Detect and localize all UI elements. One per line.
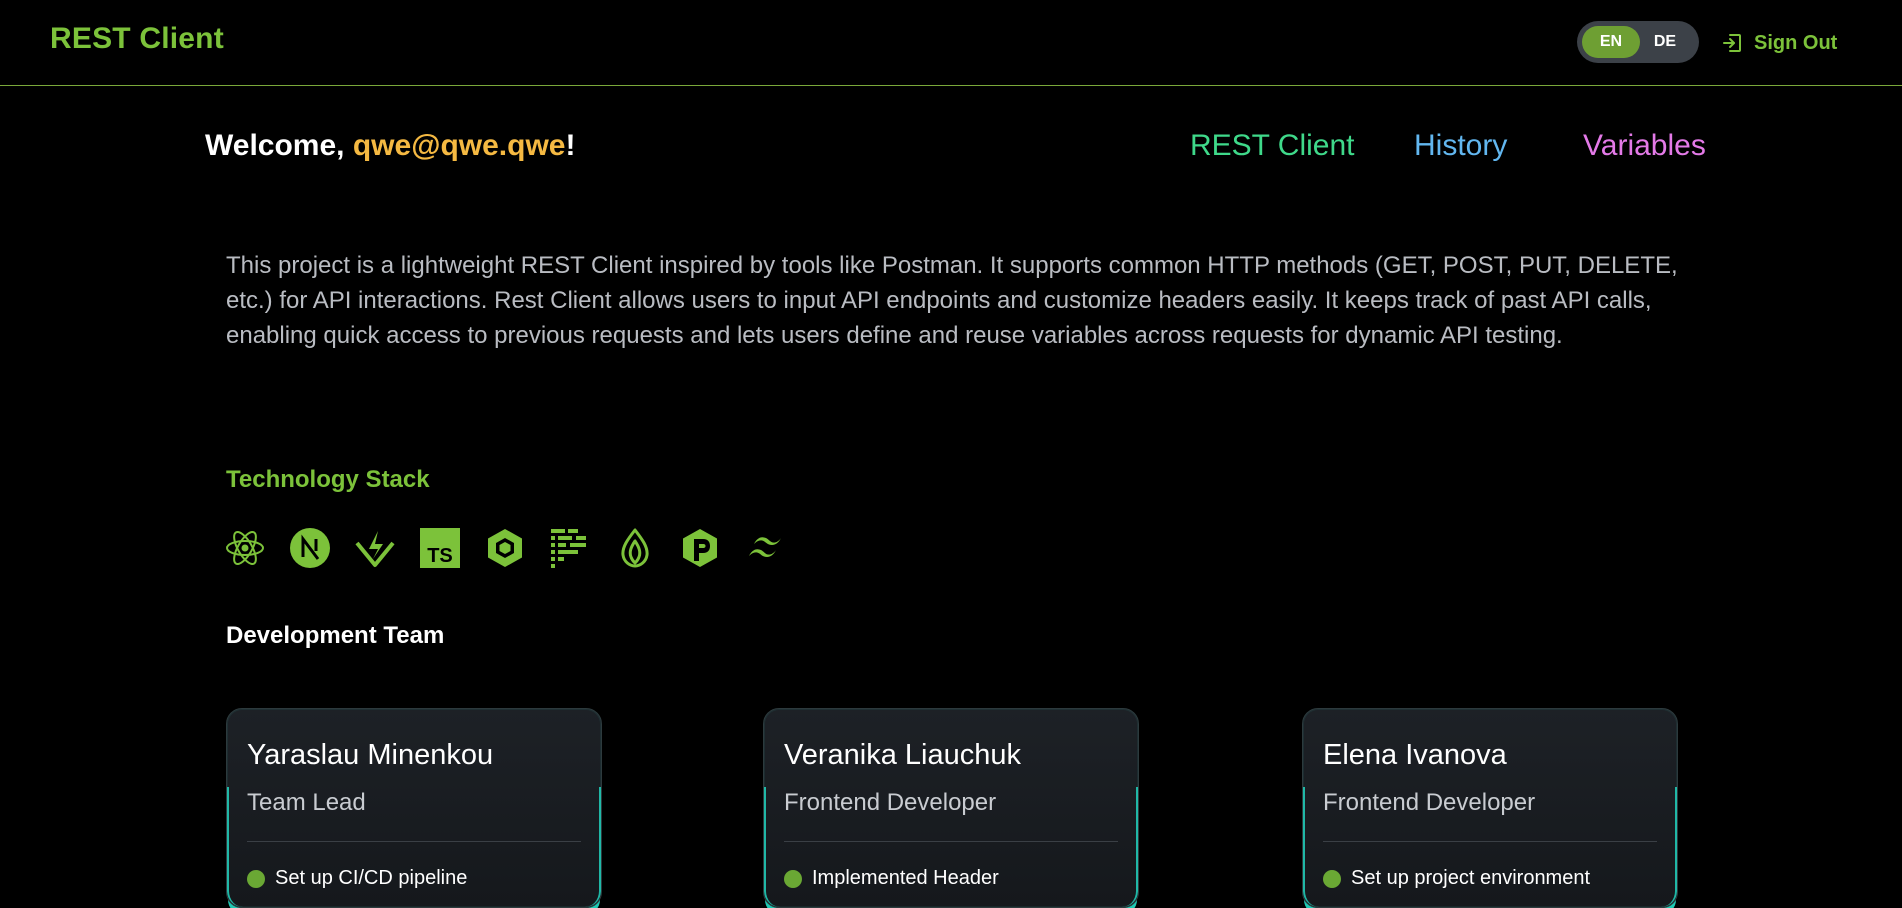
member-role: Frontend Developer [784,789,997,816]
bullet-icon [247,869,265,888]
pnpm-icon [679,527,721,569]
member-role: Team Lead [247,789,366,816]
contribution-text: Set up project environment [1351,867,1591,889]
welcome-prefix: Welcome, [205,129,353,162]
contribution-text: Implemented Header [812,867,999,889]
nav-link-variables[interactable]: Variables [1583,129,1706,163]
typescript-icon: TS [419,527,461,569]
language-toggle[interactable]: EN DE [1577,21,1699,63]
react-icon [224,527,266,569]
team-title: Development Team [226,622,445,649]
tech-stack-icons: TS [224,527,786,569]
contribution-item: Set up CI/CD pipeline [247,867,467,890]
card-divider [784,841,1118,842]
sign-out-button[interactable]: Sign Out [1722,28,1837,58]
card-divider [247,841,581,842]
sign-out-icon [1722,33,1742,53]
team-member-card: Yaraslau Minenkou Team Lead Set up CI/CD… [226,708,602,908]
welcome-suffix: ! [565,129,576,162]
eslint-icon [484,527,526,569]
contribution-text: Set up CI/CD pipeline [275,867,468,889]
welcome-message: Welcome, qwe@qwe.qwe! [205,129,575,163]
project-description: This project is a lightweight REST Clien… [226,252,1678,349]
prettier-icon [549,527,591,569]
language-en-button[interactable]: EN [1582,26,1640,58]
svg-text:TS: TS [427,545,453,567]
member-name: Yaraslau Minenkou [247,739,494,771]
bullet-icon [784,869,802,888]
language-de-button[interactable]: DE [1636,26,1694,58]
app-header: REST Client EN DE Sign Out [0,0,1902,86]
member-name: Elena Ivanova [1323,739,1507,771]
vitest-icon [354,527,396,569]
tailwind-icon [744,527,786,569]
member-name: Veranika Liauchuk [784,739,1021,771]
user-email: qwe@qwe.qwe [352,129,566,162]
card-divider [1323,841,1657,842]
nextjs-icon [289,527,331,569]
contribution-item: Implemented Header [784,867,999,890]
sign-out-label: Sign Out [1754,31,1838,54]
nav-link-history[interactable]: History [1414,129,1507,163]
tech-stack-title: Technology Stack [226,466,430,493]
brand-title[interactable]: REST Client [50,22,224,56]
member-role: Frontend Developer [1323,789,1536,816]
nav-link-rest-client[interactable]: REST Client [1190,129,1355,163]
contribution-item: Set up project environment [1323,867,1590,890]
bullet-icon [1323,869,1341,888]
team-member-card: Elena Ivanova Frontend Developer Set up … [1302,708,1678,908]
team-member-card: Veranika Liauchuk Frontend Developer Imp… [763,708,1139,908]
mongodb-icon [614,527,656,569]
